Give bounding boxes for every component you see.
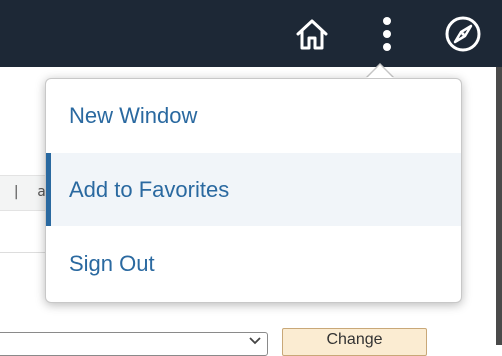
compass-icon[interactable] bbox=[441, 14, 485, 54]
menu-item-sign-out[interactable]: Sign Out bbox=[46, 227, 461, 300]
top-navigation-bar bbox=[0, 0, 502, 67]
menu-item-add-to-favorites[interactable]: Add to Favorites bbox=[46, 153, 461, 226]
home-icon[interactable] bbox=[291, 14, 333, 54]
menu-caret bbox=[367, 65, 393, 78]
background-dropdown[interactable] bbox=[0, 332, 268, 356]
menu-item-new-window[interactable]: New Window bbox=[46, 79, 461, 152]
background-toolbar-text: | a bbox=[12, 184, 46, 200]
actions-menu: New Window Add to Favorites Sign Out bbox=[45, 78, 462, 303]
window-edge bbox=[496, 67, 502, 345]
change-button[interactable]: Change bbox=[282, 328, 427, 356]
more-options-icon[interactable] bbox=[371, 14, 403, 54]
